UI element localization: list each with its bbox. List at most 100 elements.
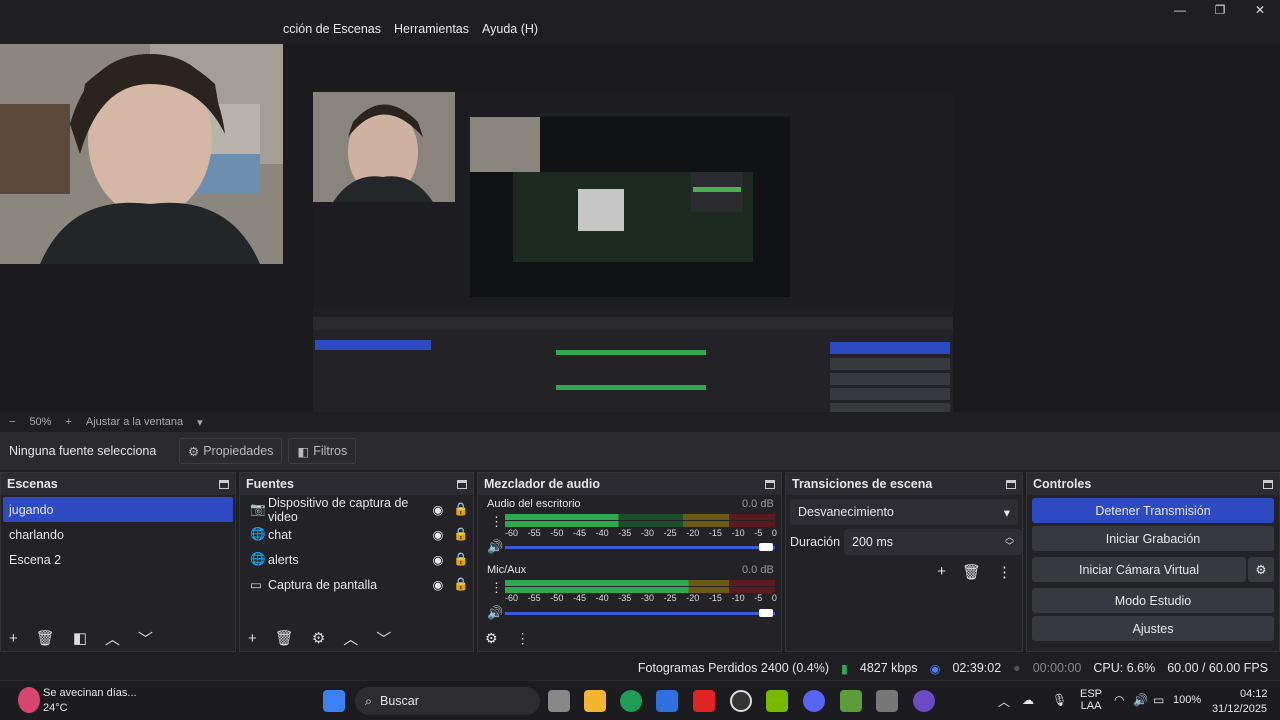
source-item-chat[interactable]: 🌐 chat ◉ 🔒 (244, 522, 469, 547)
source-item-screen-capture[interactable]: ▭ Captura de pantalla ◉ 🔒 (244, 572, 469, 597)
preview-canvas[interactable] (0, 44, 1280, 452)
filters-button[interactable]: ◧ Filtros (288, 438, 357, 464)
eye-icon[interactable]: ◉ (433, 527, 444, 542)
trash-icon[interactable]: 🗑 (275, 629, 294, 647)
source-item-video-capture[interactable]: 📷 Dispositivo de captura de video ◉ 🔒 (244, 496, 469, 524)
transition-value: Desvanecimiento (798, 505, 894, 519)
duration-input[interactable]: 200 ms ︿ ﹀ (844, 529, 1022, 555)
source-item-alerts[interactable]: 🌐 alerts ◉ 🔒 (244, 547, 469, 572)
duration-row: Duración 200 ms ︿ ﹀ (786, 529, 1022, 555)
more-vertical-icon[interactable]: ⋮ (490, 514, 503, 530)
youtube-icon[interactable] (693, 690, 715, 712)
wifi-icon[interactable]: ◠ (1114, 693, 1124, 707)
scale-tick-label: 0 (771, 593, 777, 603)
studio-mode-button[interactable]: Modo Estudio (1032, 588, 1274, 613)
undock-icon[interactable] (219, 479, 229, 489)
volume-slider-handle[interactable] (759, 543, 773, 551)
onedrive-icon[interactable]: ☁ (1022, 693, 1034, 707)
volume-slider[interactable] (505, 546, 775, 549)
eye-icon[interactable]: ◉ (433, 577, 444, 592)
volume-icon[interactable]: 🔊 (1133, 693, 1148, 707)
chevron-down-icon[interactable]: ▾ (197, 416, 203, 429)
menu-help[interactable]: Ayuda (H) (482, 22, 538, 40)
virtual-camera-button[interactable]: Iniciar Cámara Virtual (1032, 557, 1246, 582)
lock-icon[interactable]: 🔒 (453, 577, 469, 592)
media-player-icon[interactable] (913, 690, 935, 712)
eye-icon[interactable]: ◉ (433, 552, 444, 567)
scene-item-escena-2[interactable]: Escena 2 (3, 547, 233, 572)
undock-icon[interactable] (765, 479, 775, 489)
chevron-up-icon[interactable]: ︿ (105, 628, 120, 649)
obs-icon[interactable] (730, 690, 752, 712)
undock-icon[interactable] (457, 479, 467, 489)
maximize-button[interactable]: ❐ (1200, 0, 1240, 20)
microphone-icon[interactable]: 🎙 (1052, 693, 1067, 707)
add-icon[interactable]: + (937, 563, 946, 581)
file-explorer-icon[interactable] (584, 690, 606, 712)
discord-icon[interactable] (803, 690, 825, 712)
scene-item-charlando[interactable]: charlando (3, 522, 233, 547)
scenes-title: Escenas (7, 477, 58, 491)
properties-button[interactable]: ⚙ Propiedades (179, 438, 283, 464)
start-recording-button[interactable]: Iniciar Grabación (1032, 526, 1274, 551)
filter-icon[interactable]: ◧ (73, 629, 87, 647)
clock-date[interactable]: 31/12/2025 (1212, 703, 1267, 715)
volume-slider[interactable] (505, 612, 775, 615)
speaker-icon[interactable]: 🔊 (487, 605, 503, 621)
transitions-dock: Transiciones de escena Desvanecimiento ▾… (785, 472, 1023, 652)
scale-tick-label: -5 (754, 593, 763, 603)
chevron-up-icon[interactable]: ︿ (998, 693, 1010, 710)
minimize-button[interactable]: — (1160, 0, 1200, 20)
scene-item-jugando[interactable]: jugando (3, 497, 233, 522)
trash-icon[interactable]: 🗑 (962, 563, 981, 581)
settings-icon[interactable] (876, 690, 898, 712)
windows-start-icon[interactable] (323, 690, 345, 712)
menu-scene-collection[interactable]: cción de Escenas (283, 22, 381, 40)
title-bar (0, 0, 1280, 44)
zoom-out-button[interactable]: − (9, 416, 15, 428)
duration-label: Duración (790, 535, 841, 549)
weather-text[interactable]: Se avecinan días... (43, 687, 137, 699)
lock-icon[interactable]: 🔒 (453, 552, 469, 567)
chevron-up-icon[interactable]: ︿ (343, 628, 358, 649)
app-icon[interactable] (656, 690, 678, 712)
mixer-toolbar: ⚙ ⋮ (485, 630, 530, 647)
more-vertical-icon[interactable]: ⋮ (516, 630, 530, 647)
add-icon[interactable]: + (248, 630, 257, 647)
spinner-icon[interactable]: ︿ ﹀ (1005, 533, 1014, 551)
scale-tick-label: -35 (618, 528, 632, 538)
add-icon[interactable]: + (9, 630, 18, 647)
eye-icon[interactable]: ◉ (433, 502, 444, 517)
lock-icon[interactable]: 🔒 (453, 527, 469, 542)
clock-time[interactable]: 04:12 (1240, 688, 1268, 700)
menu-tools[interactable]: Herramientas (394, 22, 469, 40)
more-vertical-icon[interactable]: ⋮ (997, 563, 1012, 581)
taskbar-search[interactable]: ⌕ Buscar (355, 687, 540, 715)
undock-icon[interactable] (1006, 479, 1016, 489)
fit-window-label[interactable]: Ajustar a la ventana (86, 416, 183, 428)
gear-icon[interactable]: ⚙ (1248, 557, 1274, 582)
language-indicator[interactable]: ESP LAA (1080, 688, 1102, 712)
settings-button[interactable]: Ajustes (1032, 616, 1274, 641)
transition-select[interactable]: Desvanecimiento ▾ (790, 499, 1018, 525)
battery-icon[interactable]: ▭ (1153, 693, 1164, 707)
lock-icon[interactable]: 🔒 (453, 502, 469, 517)
nvidia-icon[interactable] (766, 690, 788, 712)
minecraft-icon[interactable] (840, 690, 862, 712)
undock-icon[interactable] (1263, 479, 1273, 489)
chevron-down-icon[interactable]: ﹀ (138, 628, 153, 649)
chevron-down-icon[interactable]: ﹀ (376, 628, 391, 649)
more-vertical-icon[interactable]: ⋮ (490, 580, 503, 596)
gear-icon[interactable]: ⚙ (312, 629, 325, 647)
task-view-icon[interactable] (548, 690, 570, 712)
volume-slider-handle[interactable] (759, 609, 773, 617)
zoom-in-button[interactable]: + (65, 416, 71, 428)
stop-stream-button[interactable]: Detener Transmisión (1032, 498, 1274, 523)
weather-icon[interactable] (18, 687, 40, 713)
advanced-audio-gear-icon[interactable]: ⚙ (485, 630, 498, 647)
close-button[interactable]: ✕ (1240, 0, 1280, 20)
chrome-icon[interactable] (620, 690, 642, 712)
speaker-icon[interactable]: 🔊 (487, 539, 503, 555)
trash-icon[interactable]: 🗑 (36, 629, 55, 647)
bitrate: 4827 kbps (859, 661, 918, 675)
